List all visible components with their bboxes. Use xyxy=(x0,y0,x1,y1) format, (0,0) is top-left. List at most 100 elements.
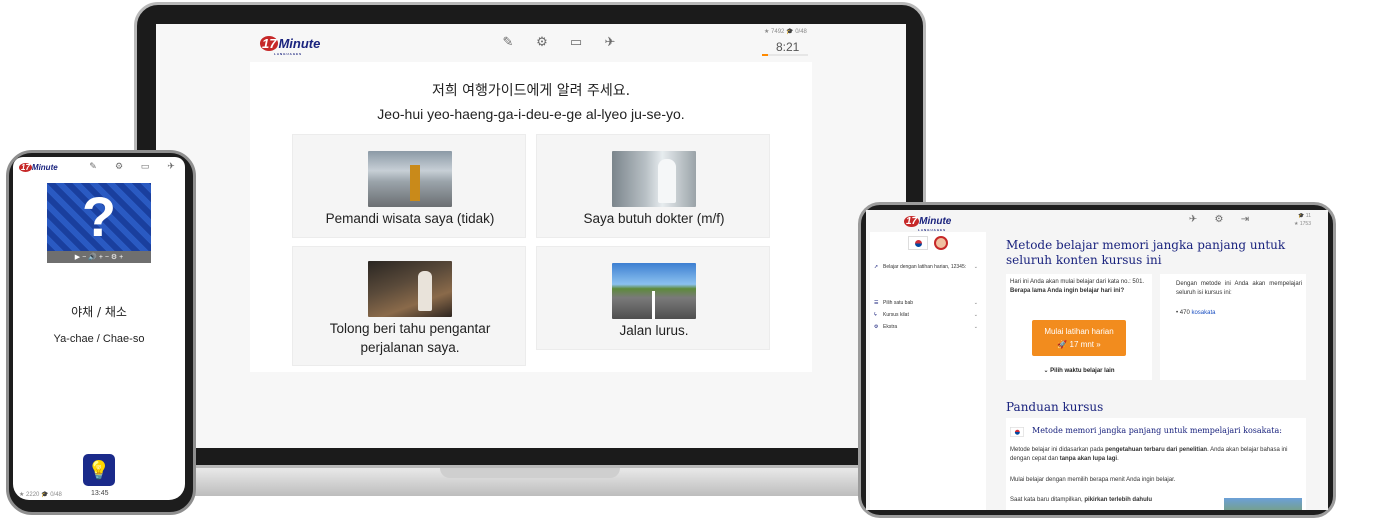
tablet-stat-level: 🎓 11 xyxy=(1298,213,1311,219)
guide-emphasis: pikirkan terlebih dahulu xyxy=(1084,497,1153,503)
brand-logo[interactable]: 17 Minute LANGUAGES xyxy=(904,216,951,232)
cta-duration: 🚀 17 mnt » xyxy=(1057,340,1101,349)
word-count-number: • 470 xyxy=(1176,310,1192,316)
chevron-down-icon: ⌄ xyxy=(973,312,978,318)
hide-translation-icon[interactable]: ✈ xyxy=(163,161,179,172)
course-guide: Metode memori jangka panjang untuk mempe… xyxy=(1006,418,1306,510)
sidebar-item-daily-practice[interactable]: ➚ Belajar dengan latihan harian, 12345: … xyxy=(874,264,978,271)
phone-stats: ★ 2220 🎓 0/48 xyxy=(19,492,62,498)
guide-title: Metode memori jangka panjang untuk mempe… xyxy=(1032,426,1282,435)
word-romanized: Ya-chae / Chae-so xyxy=(53,333,145,345)
language-flags xyxy=(908,236,948,250)
phone-toolbar: ✎ ⚙ ▭ ✈ xyxy=(85,161,179,172)
gear-icon[interactable]: ⚙ xyxy=(111,161,127,172)
vocabulary-card-icon[interactable]: ▭ xyxy=(566,34,586,50)
quiz-image: ? xyxy=(47,183,151,251)
phone-screen: 17 Minute ✎ ⚙ ▭ ✈ ? ▶ − 🔊 + − ⚙ + 야채 / 채… xyxy=(13,157,185,500)
logo-word: Minute xyxy=(31,163,58,172)
tablet-stat-points: ★ 1753 xyxy=(1294,221,1311,227)
logo-sub: LANGUAGES xyxy=(274,52,303,56)
guide-emphasis: tanpa akan lupa lagi xyxy=(1059,456,1118,462)
avatar[interactable] xyxy=(934,236,948,250)
tablet-stats: 🎓 11 ★ 1753 xyxy=(1294,212,1311,228)
gear-icon[interactable]: ⚙ xyxy=(532,34,552,50)
word-native: 야채 / 채소 xyxy=(71,305,127,319)
hide-translation-icon[interactable]: ✈ xyxy=(1186,214,1200,225)
laptop-topbar: 17 Minute LANGUAGES ✎ ⚙ ▭ ✈ ★ 7492 🎓 0/4… xyxy=(156,24,906,60)
brand-logo[interactable]: 17 Minute LANGUAGES xyxy=(260,36,321,56)
answer-option-1[interactable]: Pemandi wisata saya (tidak) xyxy=(292,134,526,238)
lightbulb-icon: 💡 xyxy=(87,460,111,480)
tablet-sidebar: ➚ Belajar dengan latihan harian, 12345: … xyxy=(870,232,986,510)
daily-practice-box: Hari ini Anda akan mulai belajar dari ka… xyxy=(1006,274,1152,380)
chevron-down-icon: ⌄ xyxy=(973,300,978,306)
logo-word: Minute xyxy=(278,36,321,51)
quiz-mode-icon[interactable]: ✎ xyxy=(498,34,518,50)
section-heading: Panduan kursus xyxy=(1006,400,1104,414)
laptop-notch xyxy=(440,468,620,478)
hotel-reception-image xyxy=(368,261,452,317)
doctor-image xyxy=(612,151,696,207)
answer-option-label: Jalan lurus. xyxy=(619,323,689,338)
sidebar-item-crash-course[interactable]: ϟ Kursus kilat ⌄ xyxy=(874,312,978,319)
guide-image xyxy=(1224,498,1302,510)
rocket-icon: ➚ xyxy=(874,264,879,270)
korean-flag-icon[interactable] xyxy=(908,236,928,250)
daily-question: Berapa lama Anda ingin belajar hari ini? xyxy=(1010,288,1125,294)
sidebar-item-label: Ekstra xyxy=(883,324,898,330)
answer-option-label: Tolong beri tahu pengantar perjalanan sa… xyxy=(329,321,491,355)
laptop-timer: 8:21 xyxy=(776,40,800,54)
hide-translation-icon[interactable]: ✈ xyxy=(600,34,620,50)
daily-practice-text: Hari ini Anda akan mulai belajar dari ka… xyxy=(1010,278,1148,296)
vocabulary-link[interactable]: kosakata xyxy=(1191,310,1215,316)
sidebar-item-extras[interactable]: ⚙ Ekstra ⌄ xyxy=(874,324,978,331)
sidebar-item-label: Belajar dengan latihan harian, 12345: xyxy=(883,264,967,270)
logout-icon[interactable]: ⇥ xyxy=(1238,214,1252,225)
phone-timer: 13:45 xyxy=(91,490,109,497)
daily-intro: Hari ini Anda akan mulai belajar dari ka… xyxy=(1010,279,1145,285)
question-native: 저희 여행가이드에게 알려 주세요. xyxy=(431,83,631,99)
cta-label: Mulai latihan harian xyxy=(1044,327,1114,336)
answer-option-4[interactable]: Jalan lurus. xyxy=(536,246,770,350)
start-daily-practice-button[interactable]: Mulai latihan harian 🚀 17 mnt » xyxy=(1032,320,1126,356)
question-mark: ? xyxy=(81,185,117,248)
laptop-progress-fill xyxy=(762,54,768,56)
list-icon: ☰ xyxy=(874,300,879,306)
answer-option-label: Pemandi wisata saya (tidak) xyxy=(325,211,495,226)
korean-flag-icon xyxy=(1010,427,1024,437)
answer-option-label: Saya butuh dokter (m/f) xyxy=(583,211,725,226)
logo-number: 17 xyxy=(260,36,279,51)
sidebar-item-label: Kursus kilat xyxy=(883,312,909,318)
guide-emphasis: pengetahuan terbaru dari penelitian xyxy=(1105,447,1208,453)
tablet-toolbar: ✈ ⚙ ⇥ xyxy=(1186,214,1252,225)
straight-road-image xyxy=(612,263,696,319)
sidebar-item-label: Pilih satu bab xyxy=(883,300,914,306)
other-time-link[interactable]: ⌄ Pilih waktu belajar lain xyxy=(1006,367,1152,374)
method-text: Dengan metode ini Anda akan mempelajari … xyxy=(1176,281,1302,296)
course-content-box: Dengan metode ini Anda akan mempelajari … xyxy=(1160,274,1306,380)
laptop-progress-bar xyxy=(762,54,808,56)
vocabulary-card-icon[interactable]: ▭ xyxy=(137,161,153,172)
lightbulb-hint-button[interactable]: 💡 xyxy=(83,454,115,486)
guide-paragraph-2: Mulai belajar dengan memilih berapa meni… xyxy=(1010,477,1176,483)
gear-icon[interactable]: ⚙ xyxy=(1212,214,1226,225)
word-count: • 470 kosakata xyxy=(1176,310,1215,316)
brand-logo[interactable]: 17 Minute xyxy=(19,163,58,172)
audio-player-controls[interactable]: ▶ − 🔊 + − ⚙ + xyxy=(47,251,151,263)
laptop-toolbar: ✎ ⚙ ▭ ✈ xyxy=(498,34,620,50)
logo-number: 17 xyxy=(904,216,920,227)
gear-icon: ⚙ xyxy=(874,324,879,330)
airport-guide-image xyxy=(368,151,452,207)
laptop-screen: 17 Minute LANGUAGES ✎ ⚙ ▭ ✈ ★ 7492 🎓 0/4… xyxy=(156,24,906,448)
guide-text: Saat kata baru ditampilkan, xyxy=(1010,497,1085,503)
answer-option-2[interactable]: Saya butuh dokter (m/f) xyxy=(536,134,770,238)
laptop-stats: ★ 7492 🎓 0/48 xyxy=(764,29,807,35)
sidebar-item-chapter[interactable]: ☰ Pilih satu bab ⌄ xyxy=(874,300,978,307)
answer-option-3[interactable]: Tolong beri tahu pengantar perjalanan sa… xyxy=(292,246,526,366)
quiz-mode-icon[interactable]: ✎ xyxy=(85,161,101,172)
logo-number: 17 xyxy=(19,163,32,172)
device-showcase: 17 Minute LANGUAGES ✎ ⚙ ▭ ✈ ★ 7492 🎓 0/4… xyxy=(0,0,1400,532)
lightning-icon: ϟ xyxy=(874,312,877,318)
quiz-card: 저희 여행가이드에게 알려 주세요. Jeo-hui yeo-haeng-ga-… xyxy=(250,62,812,372)
chevron-down-icon: ⌄ xyxy=(973,324,978,330)
